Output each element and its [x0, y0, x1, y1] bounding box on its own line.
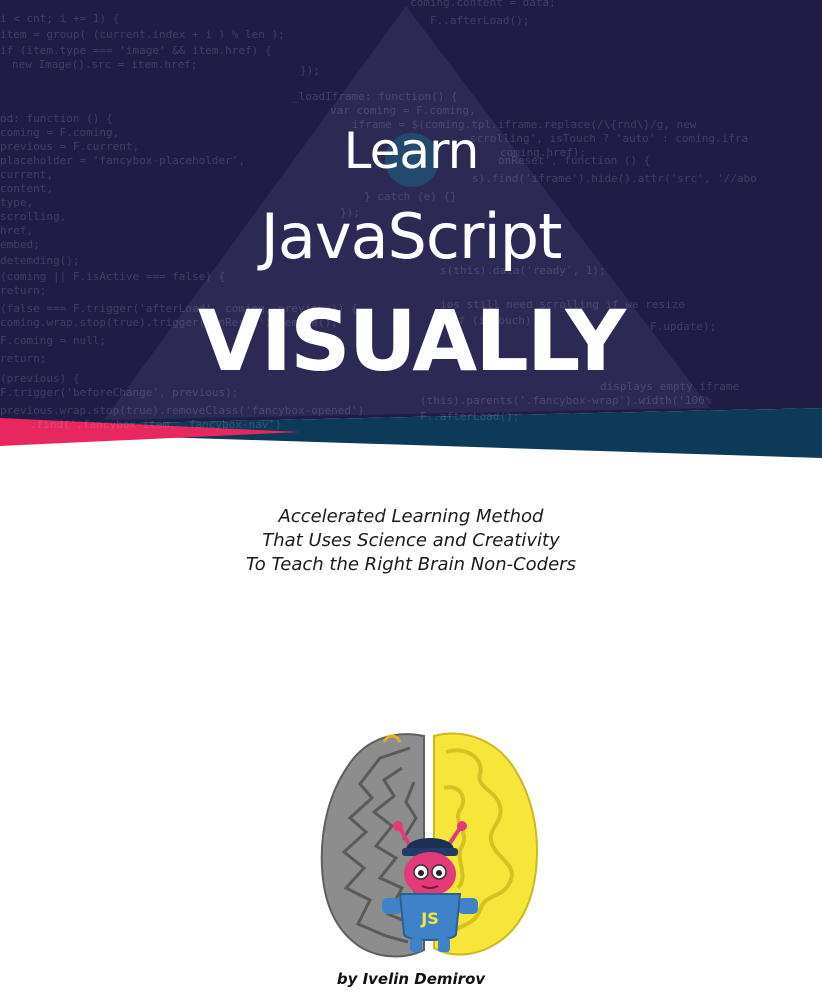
title-learn: Learn [343, 122, 480, 180]
code-line: new Image().src = item.href; [12, 58, 198, 71]
code-line: previous.wrap.stop(true).removeClass('fa… [0, 404, 365, 417]
code-line: content, [0, 182, 53, 195]
brain-robot-illustration: JS [310, 728, 550, 968]
code-line: }); [300, 64, 320, 77]
code-line: .find('.fancybox-item, .fancybox-nav') [30, 418, 282, 431]
subtitle-line: To Teach the Right Brain Non-Coders [246, 554, 576, 575]
subtitle: Accelerated Learning Method That Uses Sc… [0, 505, 822, 577]
code-line: item = group( (current.index + i ) % len… [0, 28, 285, 41]
code-line: _loadIframe: function() { [292, 90, 458, 103]
code-line: F..afterLoad(); [430, 14, 530, 27]
code-line: i < cnt; i += 1) { [0, 12, 120, 25]
title-visually: VISUALLY [197, 292, 626, 390]
title-javascript: JavaScript [260, 200, 563, 273]
subtitle-line: Accelerated Learning Method [278, 506, 544, 527]
subtitle-line: That Uses Science and Creativity [262, 530, 560, 551]
code-line: F..afterLoad(); [420, 410, 520, 423]
js-badge: JS [420, 909, 438, 928]
brain-icon: JS [320, 732, 539, 958]
code-line: coming.content = data; [410, 0, 556, 9]
code-line: (this).parents('.fancybox-wrap').width('… [420, 394, 712, 407]
author-credit: by Ivelin Demirov [336, 970, 486, 988]
cover-banner: coming.content = data; F..afterLoad(); i… [0, 0, 822, 460]
book-cover: coming.content = data; F..afterLoad(); i… [0, 0, 822, 1000]
code-line: if (item.type === 'image' && item.href) … [0, 44, 272, 57]
code-line: var coming = F.coming, [330, 104, 476, 117]
